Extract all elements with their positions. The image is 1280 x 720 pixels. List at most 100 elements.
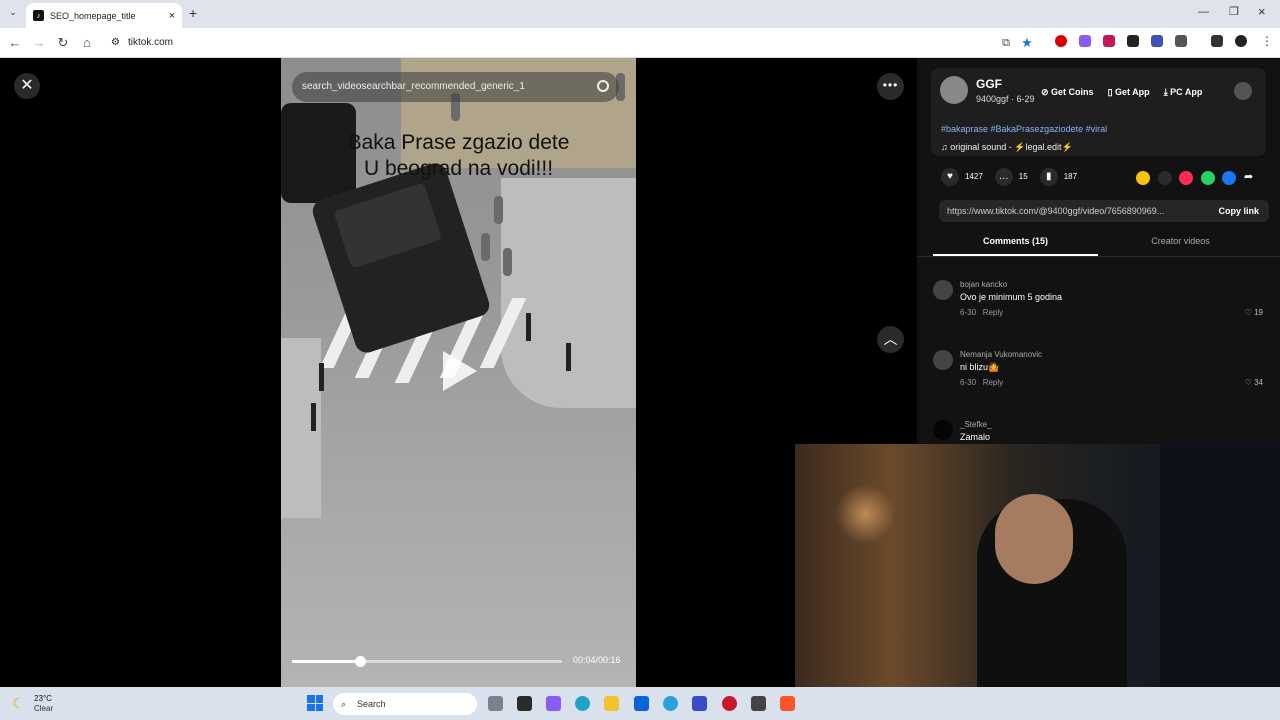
search-icon[interactable] [597,80,609,92]
creator-name[interactable]: GGF [976,77,1002,91]
video-progress-thumb[interactable] [354,656,366,667]
comment-avatar[interactable] [933,280,953,300]
creator-handle[interactable]: 9400ggf · 6-29 [976,94,1035,104]
telegram-icon[interactable] [663,696,678,711]
opera-icon[interactable] [722,696,737,711]
install-app-icon[interactable]: ⧉ [998,35,1014,51]
embed-icon[interactable] [1158,171,1172,185]
restore-button[interactable]: ❐ [1229,5,1239,18]
chatgpt-icon[interactable] [751,696,766,711]
address-bar[interactable]: ⚙ tiktok.com [108,32,988,54]
pen-extension-icon[interactable] [1079,35,1091,47]
task-view-icon[interactable] [488,696,503,711]
comment-like[interactable]: ♡ 34 [1245,378,1263,387]
reading-list-icon[interactable] [1211,35,1223,47]
adblock-extension-icon[interactable] [1127,35,1139,47]
tab-comments[interactable]: Comments (15) [933,236,1098,246]
minimize-button[interactable]: — [1198,6,1209,18]
reply-button[interactable]: Reply [983,378,1003,387]
edge-icon[interactable] [575,696,590,711]
pedestrian [481,233,490,261]
app-icon[interactable] [517,696,532,711]
night-window [1160,444,1280,687]
opera-extension-icon[interactable] [1055,35,1067,47]
play-icon[interactable] [443,351,477,391]
heart-outline-icon: ♡ [1244,308,1255,317]
back-icon[interactable]: ← [7,35,23,51]
tab-list-button[interactable]: ⌄ [6,7,20,21]
home-icon[interactable]: ⌂ [79,35,95,51]
moon-icon[interactable]: ☾ [12,695,28,711]
comment-avatar[interactable] [933,420,953,440]
brave-icon[interactable] [780,696,795,711]
shield-extension-icon[interactable] [1103,35,1115,47]
get-coins-button[interactable]: ⊘ Get Coins [1041,87,1094,98]
engagement-stats: ♥ 1427 … 15 ▮ 187 [941,168,1077,186]
comment-username[interactable]: bojan kancko [960,280,1007,289]
comment-meta: 6-30 Reply [960,308,1003,317]
send-icon[interactable] [1179,171,1193,185]
comment-like-count: 34 [1254,378,1263,387]
video-search-bar[interactable]: search_videosearchbar_recommended_generi… [292,72,619,102]
creator-avatar[interactable] [940,76,968,104]
sound-link[interactable]: ♫ original sound - ⚡legal.edit⚡ [941,142,1073,153]
share-coin-icon[interactable] [1136,171,1150,185]
tab-creator-videos[interactable]: Creator videos [1098,236,1263,246]
app-icon-2[interactable] [692,696,707,711]
webcam-overlay [795,444,1280,687]
comment-text: ni blizu🤷 [960,362,1000,372]
file-explorer-icon[interactable] [604,696,619,711]
coin-icon: ⊘ [1041,86,1052,97]
like-stat[interactable]: ♥ 1427 [941,168,983,186]
comment-item: Nemanja Vukomanovic ni blizu🤷 6-30 Reply… [933,350,1263,410]
comment-avatar[interactable] [933,350,953,370]
share-arrow-icon[interactable]: ➦ [1244,170,1253,183]
facebook-icon[interactable] [1222,171,1236,185]
hashtags[interactable]: #bakaprase #BakaPrasezgaziodete #viral [941,124,1107,134]
comment-like[interactable]: ♡ 19 [1245,308,1263,317]
profile-icon[interactable] [1235,35,1247,47]
phone-icon: ▯ [1107,86,1116,97]
extensions-puzzle-icon[interactable] [1175,35,1187,47]
taskbar-search-label: Search [357,699,386,709]
browser-tab[interactable]: ♪ SEO_homepage_title × [26,3,182,28]
bookmark-star-icon[interactable]: ★ [1019,35,1035,51]
video-player[interactable]: search_videosearchbar_recommended_generi… [281,58,636,687]
site-info-icon[interactable]: ⚙ [111,32,120,54]
comment-username[interactable]: _Stefke_ [960,420,992,429]
save-stat[interactable]: ▮ 187 [1039,168,1077,186]
tab-title: SEO_homepage_title [50,10,136,21]
video-caption: Baka Prase zgazio dete U beograd na vodi… [281,130,636,182]
taskbar-search[interactable]: ⌕ Search [333,693,477,715]
outlook-icon[interactable] [634,696,649,711]
weather-condition[interactable]: Clear [34,704,53,713]
translate-extension-icon[interactable] [1151,35,1163,47]
weather-temp[interactable]: 23°C [34,694,52,703]
copy-link-button[interactable]: Copy link [1218,200,1259,222]
reload-icon[interactable]: ↻ [55,35,71,51]
comment-username[interactable]: Nemanja Vukomanovic [960,350,1042,359]
windows-start-icon[interactable] [307,695,323,711]
video-progress-bar[interactable] [292,656,562,667]
new-tab-button[interactable]: + [189,5,197,21]
user-avatar[interactable] [1234,82,1252,100]
browser-menu-icon[interactable]: ⋮ [1261,34,1273,48]
get-app-button[interactable]: ▯ Get App [1108,87,1150,98]
bollard [566,343,571,371]
chevron-up-icon[interactable]: ︿ [877,326,904,353]
comment-text: Zamalo [960,432,991,442]
close-icon[interactable]: ✕ [14,73,40,99]
close-window-button[interactable]: × [1258,4,1266,19]
pc-app-button[interactable]: ⤓ PC App [1164,87,1203,98]
reply-button[interactable]: Reply [983,308,1003,317]
bollard [311,403,316,431]
comment-stat[interactable]: … 15 [994,168,1028,186]
windows-taskbar: ☾ 23°C Clear ⌕ Search [0,687,1280,720]
forward-icon[interactable]: → [31,35,47,51]
tab-close-icon[interactable]: × [169,10,175,22]
whatsapp-icon[interactable] [1201,171,1215,185]
browser-tab-bar: ⌄ ♪ SEO_homepage_title × + — ❐ × [0,0,1280,28]
more-options-icon[interactable]: ••• [877,73,904,100]
copilot-icon[interactable] [546,696,561,711]
share-link-text[interactable]: https://www.tiktok.com/@9400ggf/video/76… [947,206,1164,216]
